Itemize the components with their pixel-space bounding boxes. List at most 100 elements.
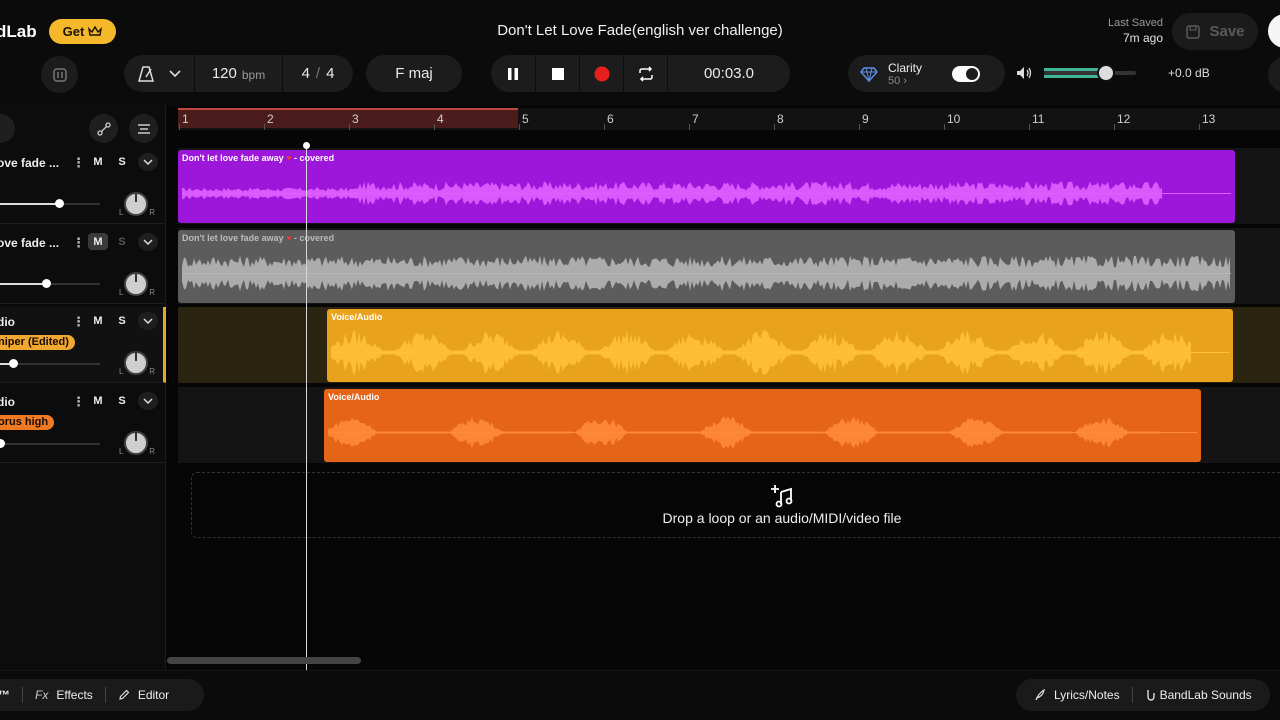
mute-button[interactable]: M [88, 153, 108, 170]
audio-region[interactable]: Voice/Audio [327, 309, 1233, 382]
mute-button[interactable]: M [88, 312, 108, 329]
track-more-icon[interactable]: ⋮ [72, 155, 85, 171]
track-more-icon[interactable]: ⋮ [72, 394, 85, 410]
playhead-handle[interactable] [303, 142, 310, 149]
loop-toggle-button[interactable] [41, 56, 78, 93]
track-name[interactable]: dio [0, 395, 15, 409]
key-selector[interactable]: F maj [366, 55, 462, 92]
get-button-label: Get [62, 24, 85, 39]
drop-zone-text: Drop a loop or an audio/MIDI/video file [662, 510, 902, 526]
track-header[interactable]: ove fade ... ⋮ M S LR [0, 228, 166, 304]
ruler-tick [944, 124, 945, 130]
chevron-down-icon [143, 238, 153, 245]
mute-button[interactable]: M [88, 392, 108, 409]
tempo-signature-pill: 120 bpm 4 / 4 [124, 55, 353, 92]
mute-button[interactable]: M [88, 233, 108, 250]
track-expand-button[interactable] [138, 392, 158, 410]
track-options-button[interactable] [129, 114, 158, 143]
track-volume-track[interactable] [46, 283, 100, 285]
track-name[interactable]: ove fade ... [0, 156, 59, 170]
track-expand-button[interactable] [138, 233, 158, 251]
chevron-down-icon [169, 69, 181, 77]
audio-region[interactable]: Don't let love fade away ♥ - covered [178, 230, 1235, 303]
clarity-pill[interactable]: Clarity 50 › [848, 55, 1005, 92]
track-header[interactable]: dio ⋮ M S orus high LR [0, 387, 166, 463]
project-title[interactable]: Don't Let Love Fade(english ver challeng… [440, 22, 840, 39]
time-display[interactable]: 00:03.0 [667, 55, 790, 92]
automation-button[interactable] [89, 114, 118, 143]
playhead-line[interactable] [306, 145, 307, 670]
ruler-tick [1114, 124, 1115, 130]
get-membership-button[interactable]: Get [49, 19, 116, 44]
master-volume-knob[interactable] [1097, 64, 1115, 82]
ruler-bar-number: 10 [947, 112, 961, 126]
track-header[interactable]: ove fade ... ⋮ M S LR [0, 148, 166, 224]
speaker-icon[interactable] [1016, 66, 1034, 80]
last-saved-time: 7m ago [1122, 31, 1163, 45]
loop-range-marker[interactable] [178, 108, 518, 128]
region-title: Don't let love fade away [182, 233, 284, 243]
track-header[interactable]: dio ⋮ M S niper (Edited) LR [0, 307, 166, 383]
track-volume-knob[interactable] [9, 359, 18, 368]
track-preset-tag[interactable]: niper (Edited) [0, 335, 75, 350]
track-expand-button[interactable] [138, 153, 158, 171]
ruler-tick [774, 124, 775, 130]
ruler-tick [859, 124, 860, 130]
solo-button[interactable]: S [112, 312, 132, 329]
track-volume-knob[interactable] [55, 199, 64, 208]
clarity-text: Clarity 50 › [888, 61, 922, 87]
bottom-right-pill: Lyrics/Notes BandLab Sounds [1016, 679, 1270, 711]
tempo-field[interactable]: 120 bpm [194, 55, 282, 92]
audio-region[interactable]: Don't let love fade away ♥ - covered [178, 150, 1235, 223]
track-more-icon[interactable]: ⋮ [72, 235, 85, 251]
track-volume-track[interactable] [59, 203, 100, 205]
trademark-glyph: ™ [0, 688, 10, 702]
master-meter-right [1044, 75, 1104, 78]
fx-icon: Fx [35, 688, 49, 702]
track-name[interactable]: ove fade ... [0, 236, 59, 250]
mixer-tab[interactable]: ™ [0, 688, 22, 702]
solo-button[interactable]: S [112, 392, 132, 409]
cycle-button[interactable] [623, 55, 667, 92]
region-label: Don't let love fade away ♥ - covered [182, 153, 334, 163]
track-volume-track[interactable] [13, 363, 100, 365]
ruler-bar-number: 7 [692, 112, 699, 126]
track-expand-button[interactable] [138, 312, 158, 330]
track-name[interactable]: dio [0, 315, 15, 329]
ruler-bar-number: 8 [777, 112, 784, 126]
horizontal-scrollbar[interactable] [167, 657, 361, 664]
track-more-icon[interactable]: ⋮ [72, 314, 85, 330]
audio-region[interactable]: Voice/Audio [324, 389, 1201, 462]
region-title: Don't let love fade away [182, 153, 284, 163]
pan-lr-labels: LR [119, 288, 155, 297]
editor-tab[interactable]: Editor [106, 688, 181, 702]
clarity-toggle[interactable] [952, 65, 981, 82]
lyrics-notes-tab[interactable]: Lyrics/Notes [1016, 688, 1132, 702]
solo-button[interactable]: S [112, 153, 132, 170]
solo-button[interactable]: S [112, 233, 132, 250]
chevron-down-icon [143, 317, 153, 324]
track-volume-knob[interactable] [0, 439, 5, 448]
loop-region-icon [52, 67, 67, 82]
drop-zone[interactable] [191, 472, 1280, 538]
add-music-icon [771, 485, 793, 508]
record-button[interactable] [579, 55, 623, 92]
lyrics-notes-label: Lyrics/Notes [1054, 688, 1120, 702]
track-volume-knob[interactable] [42, 279, 51, 288]
ruler-bar-number: 9 [862, 112, 869, 126]
stop-button[interactable] [535, 55, 579, 92]
metronome-control[interactable] [124, 55, 194, 92]
ruler-bar-number: 11 [1032, 112, 1045, 126]
brand-logo[interactable]: dLab [0, 22, 37, 42]
effects-tab[interactable]: Fx Effects [23, 688, 105, 702]
bandlab-sounds-tab[interactable]: BandLab Sounds [1133, 688, 1264, 702]
clarity-value: 50 › [888, 74, 907, 87]
save-label: Save [1209, 23, 1245, 40]
bpm-value: 120 [211, 65, 237, 82]
track-volume-track[interactable] [0, 443, 100, 445]
ruler-bar-number: 2 [267, 112, 274, 126]
save-button[interactable]: Save [1172, 13, 1258, 50]
time-signature-field[interactable]: 4 / 4 [282, 55, 353, 92]
track-preset-tag[interactable]: orus high [0, 415, 55, 430]
pause-button[interactable] [491, 55, 535, 92]
